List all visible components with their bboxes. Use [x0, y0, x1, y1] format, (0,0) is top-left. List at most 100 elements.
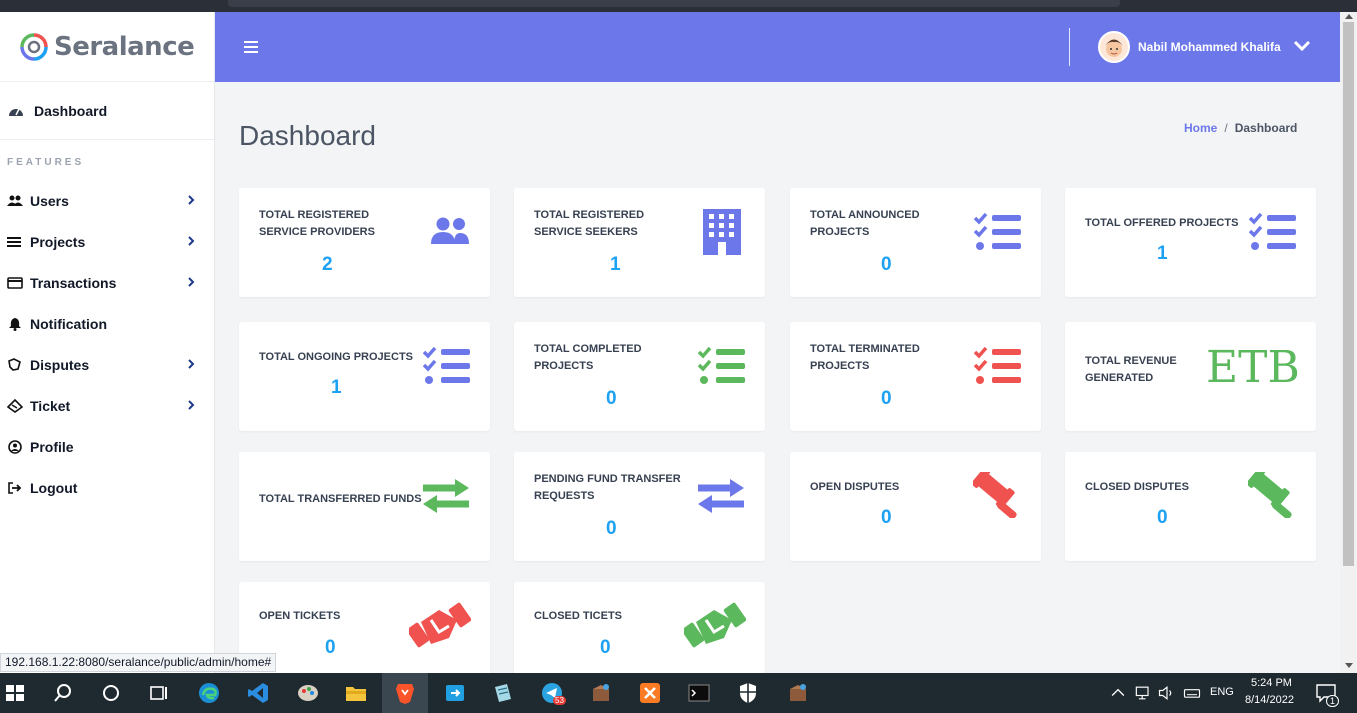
cortana-icon[interactable] [99, 681, 123, 705]
username[interactable]: Nabil Mohammed Khalifa [1138, 40, 1281, 54]
file-explorer-icon[interactable] [344, 681, 368, 705]
credit-card-icon [7, 276, 23, 290]
stat-card-announced-projects[interactable]: TOTAL ANNOUNCED PROJECTS 0 [790, 188, 1041, 297]
browser-top-strip [0, 0, 1357, 12]
remote-app-icon[interactable] [443, 681, 467, 705]
sidebar-item-label: Projects [30, 233, 86, 250]
user-circle-icon [7, 439, 23, 454]
notification-badge: 1 [1326, 695, 1340, 707]
clock-date[interactable]: 8/14/2022 [1245, 694, 1294, 706]
breadcrumb-home-link[interactable]: Home [1184, 121, 1217, 135]
stat-card-value: 1 [331, 377, 342, 398]
task-view-icon[interactable] [147, 681, 171, 705]
language-indicator[interactable]: ENG [1210, 686, 1234, 698]
list-icon [7, 235, 23, 249]
tachometer-icon [9, 108, 23, 116]
scrollbar-thumb[interactable] [1343, 22, 1354, 566]
stat-card-ongoing-projects[interactable]: TOTAL ONGOING PROJECTS 1 [239, 322, 490, 431]
scroll-down-arrow[interactable] [1345, 663, 1353, 668]
stat-card-completed-projects[interactable]: TOTAL COMPLETED PROJECTS 0 [514, 322, 765, 431]
stat-card-label: TOTAL ANNOUNCED PROJECTS [810, 209, 920, 238]
stat-card-label: TOTAL REGISTERED SERVICE SEEKERS [534, 209, 645, 238]
avatar[interactable] [1098, 31, 1130, 63]
chevron-right-icon [188, 277, 195, 287]
users-icon [431, 217, 469, 244]
sidebar-item-logout[interactable]: Logout [0, 467, 214, 508]
logo-icon [20, 32, 48, 61]
sidebar-item-dashboard[interactable]: Dashboard [0, 82, 214, 140]
logout-icon [7, 481, 23, 495]
sidebar-item-transactions[interactable]: Transactions [0, 262, 214, 303]
sidebar-item-ticket[interactable]: Ticket [0, 385, 214, 426]
stat-card-transferred-funds[interactable]: TOTAL TRANSFERRED FUNDS [239, 452, 490, 561]
sidebar-item-disputes[interactable]: Disputes [0, 344, 214, 385]
package-app-icon[interactable] [786, 681, 810, 705]
logo-text: Seralance [54, 31, 195, 62]
stat-card-label: TOTAL TERMINATED PROJECTS [810, 343, 920, 372]
sidebar-item-notification[interactable]: Notification [0, 303, 214, 344]
stat-card-label: CLOSED DISPUTES [1085, 481, 1189, 493]
keyboard-icon[interactable] [1182, 681, 1202, 705]
stat-card-value: 0 [606, 518, 617, 539]
hamburger-menu-icon[interactable] [244, 41, 258, 53]
sidebar-item-users[interactable]: Users [0, 180, 214, 221]
stat-card-pending-transfers[interactable]: PENDING FUND TRANSFER REQUESTS 0 [514, 452, 765, 561]
windows-taskbar: 53 ENG 5:24 PM 8/14/2022 1 [0, 673, 1357, 713]
windows-start-icon[interactable] [3, 681, 27, 705]
features-heading: FEATURES [7, 157, 85, 168]
stat-card-label: CLOSED TICETS [534, 610, 623, 622]
handshake-icon [684, 602, 746, 648]
stat-card-value: 0 [881, 507, 892, 528]
terminal-icon[interactable] [687, 681, 711, 705]
stat-card-value: 0 [881, 388, 892, 409]
sidebar-item-profile[interactable]: Profile [0, 426, 214, 467]
stat-card-label: PENDING FUND TRANSFER REQUESTS [534, 473, 681, 502]
stat-card-revenue[interactable]: TOTAL REVENUE GENERATED ETB [1065, 322, 1316, 431]
stat-card-offered-projects[interactable]: TOTAL OFFERED PROJECTS 1 [1065, 188, 1316, 297]
page-scrollbar[interactable] [1340, 12, 1357, 673]
xampp-icon[interactable] [638, 681, 662, 705]
brave-browser-icon[interactable] [393, 681, 417, 705]
sidebar-item-projects[interactable]: Projects [0, 221, 214, 262]
paint-app-icon[interactable] [296, 681, 320, 705]
stat-card-value: 0 [1157, 507, 1168, 528]
edge-browser-icon[interactable] [197, 681, 221, 705]
clock-time[interactable]: 5:24 PM [1251, 677, 1292, 689]
tasks-icon [1249, 212, 1296, 250]
breadcrumb-separator: / [1224, 121, 1228, 135]
tasks-icon [423, 346, 470, 384]
stat-card-terminated-projects[interactable]: TOTAL TERMINATED PROJECTS 0 [790, 322, 1041, 431]
browser-status-url: 192.168.1.22:8080/seralance/public/admin… [0, 653, 277, 672]
stat-card-label: TOTAL REVENUE GENERATED [1085, 355, 1177, 384]
network-icon[interactable] [1133, 681, 1153, 705]
volume-icon[interactable] [1157, 681, 1177, 705]
sidebar-item-label: Ticket [30, 397, 71, 414]
package-app-icon[interactable] [589, 681, 613, 705]
exchange-icon [698, 479, 744, 513]
stat-card-value: 0 [881, 254, 892, 275]
stat-card-open-disputes[interactable]: OPEN DISPUTES 0 [790, 452, 1041, 561]
stat-card-value: 1 [1157, 243, 1168, 264]
stat-card-closed-disputes[interactable]: CLOSED DISPUTES 0 [1065, 452, 1316, 561]
gavel-icon [973, 472, 1017, 518]
sidebar-item-label: Users [30, 192, 69, 209]
chevron-right-icon [188, 359, 195, 369]
stat-card-label: OPEN TICKETS [259, 610, 341, 622]
stat-card-service-providers[interactable]: TOTAL REGISTERED SERVICE PROVIDERS 2 [239, 188, 490, 297]
stat-card-service-seekers[interactable]: TOTAL REGISTERED SERVICE SEEKERS 1 [514, 188, 765, 297]
notes-app-icon[interactable] [491, 681, 515, 705]
sidebar-item-label: Disputes [30, 356, 90, 373]
page-title: Dashboard [239, 120, 376, 151]
chevron-down-icon[interactable] [1292, 39, 1312, 53]
sidebar-item-label: Notification [30, 315, 107, 332]
sidebar-item-label: Logout [30, 479, 78, 496]
stat-card-label: OPEN DISPUTES [810, 481, 900, 493]
stat-card-label: TOTAL COMPLETED PROJECTS [534, 343, 642, 372]
chevron-up-icon[interactable] [1108, 681, 1128, 705]
security-shield-icon[interactable] [736, 681, 760, 705]
scroll-up-arrow[interactable] [1345, 14, 1353, 19]
tasks-icon [974, 346, 1021, 384]
vscode-icon[interactable] [246, 681, 270, 705]
search-icon[interactable] [51, 681, 75, 705]
logo[interactable]: Seralance [0, 12, 214, 82]
